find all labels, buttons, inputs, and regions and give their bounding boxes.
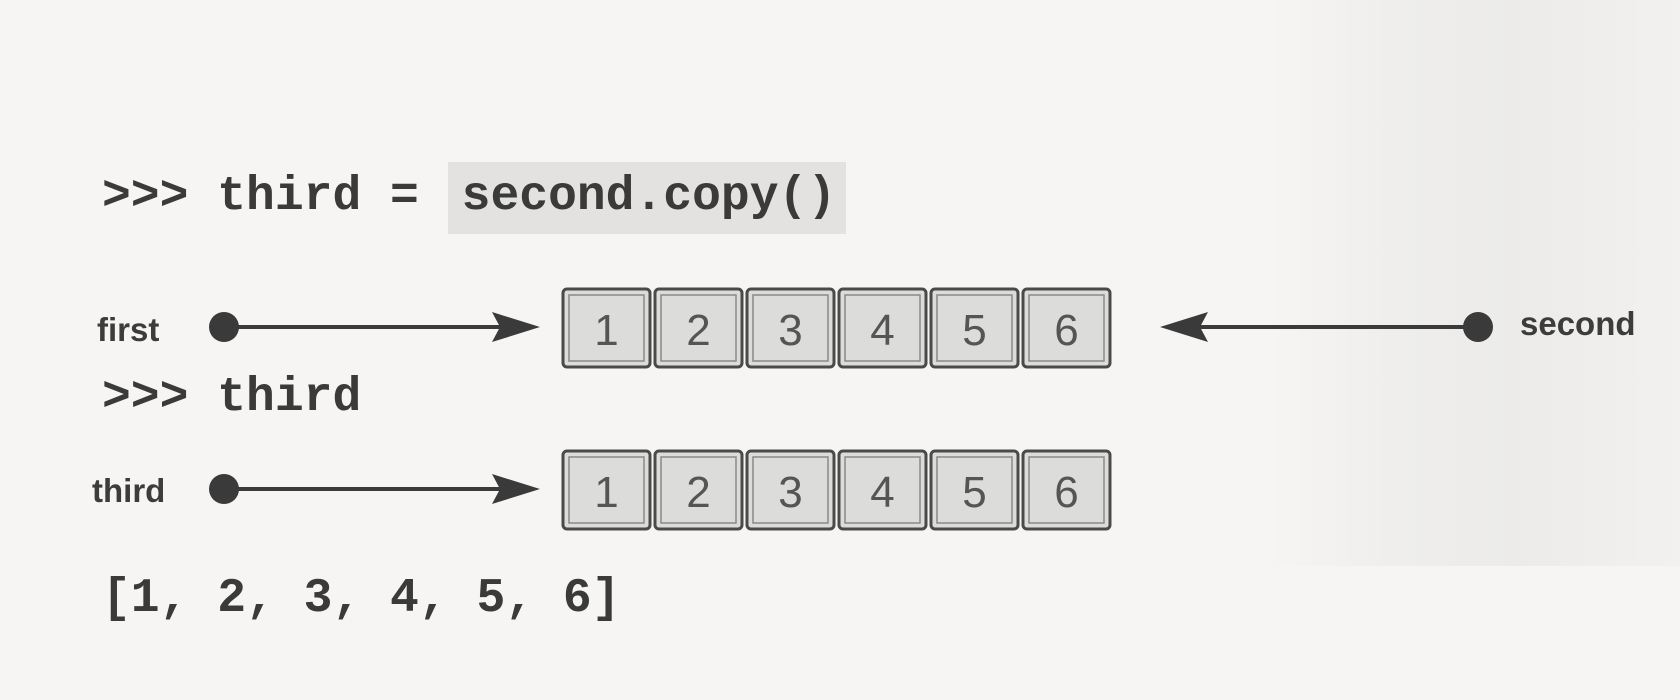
shared-list-cell-1: 1 bbox=[561, 287, 652, 369]
shared-list-cell-5: 5 bbox=[929, 287, 1020, 369]
list-object-copy: 1 2 3 4 5 6 bbox=[561, 449, 1112, 531]
copied-list-cell-value: 4 bbox=[870, 468, 894, 517]
copied-list-cell-4: 4 bbox=[837, 449, 928, 531]
copied-list-cell-6: 6 bbox=[1021, 449, 1112, 531]
shared-list-cell-value: 1 bbox=[594, 306, 618, 355]
shared-list-cell-value: 3 bbox=[778, 306, 802, 355]
shared-list-cell-value: 5 bbox=[962, 306, 986, 355]
copied-list-cell-3: 3 bbox=[745, 449, 836, 531]
copied-list-cell-value: 1 bbox=[594, 468, 618, 517]
copied-list-cell-1: 1 bbox=[561, 449, 652, 531]
copied-list-cell-value: 5 bbox=[962, 468, 986, 517]
shared-list-cell-value: 4 bbox=[870, 306, 894, 355]
shared-list-cell-3: 3 bbox=[745, 287, 836, 369]
copied-list-cell-2: 2 bbox=[653, 449, 744, 531]
list-object-shared: 1 2 3 4 5 6 bbox=[561, 287, 1112, 369]
copied-list-cell-value: 2 bbox=[686, 468, 710, 517]
shared-list-cell-4: 4 bbox=[837, 287, 928, 369]
shared-list-cell-value: 6 bbox=[1054, 306, 1078, 355]
shared-list-cell-value: 2 bbox=[686, 306, 710, 355]
reference-diagram: 1 2 3 4 5 6 1 2 3 4 5 6 bbox=[209, 287, 1493, 531]
output-text: [1, 2, 3, 4, 5, 6] bbox=[102, 572, 621, 626]
copied-list-cell-5: 5 bbox=[929, 449, 1020, 531]
shared-list-cell-2: 2 bbox=[653, 287, 744, 369]
copied-list-cell-value: 6 bbox=[1054, 468, 1078, 517]
shared-list-cell-6: 6 bbox=[1021, 287, 1112, 369]
code-line-3: [1, 2, 3, 4, 5, 6] bbox=[102, 566, 846, 633]
copied-list-cell-value: 3 bbox=[778, 468, 802, 517]
